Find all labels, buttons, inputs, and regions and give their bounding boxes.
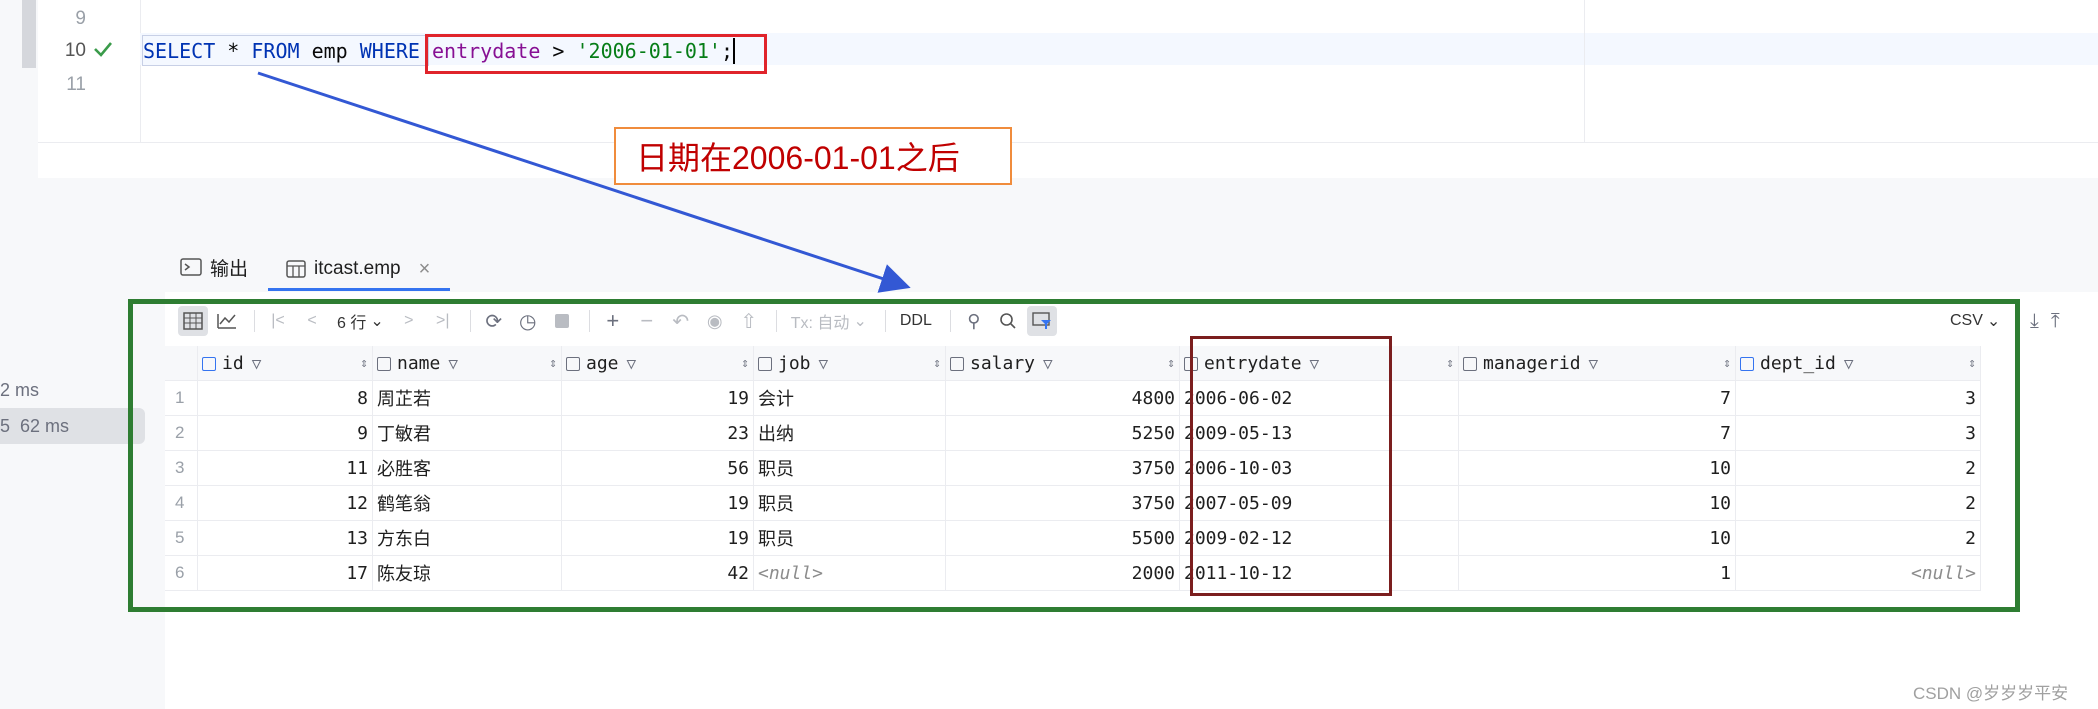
editor-divider [38, 142, 2098, 143]
keyword-where: WHERE [359, 39, 420, 63]
sql-table: emp [299, 39, 360, 63]
result-highlight-frame [128, 299, 2020, 612]
watermark: CSDN @岁岁岁平安 [1913, 684, 2069, 703]
download-icon[interactable]: ⤓ [2030, 310, 2039, 333]
table-icon [286, 260, 306, 278]
line-number-10: 10 [64, 40, 86, 61]
console-icon [180, 258, 202, 276]
annotation-callout: 日期在2006-01-01之后 [614, 127, 1012, 185]
history-time-1: 2 ms [0, 380, 40, 400]
tab-itcast-emp-label: itcast.emp [314, 258, 401, 279]
tab-itcast-emp[interactable]: itcast.emp × [270, 250, 450, 288]
sql-editor[interactable] [0, 0, 2098, 178]
active-tab-indicator [268, 288, 450, 291]
close-icon[interactable]: × [419, 258, 431, 281]
line-number-9: 9 [75, 8, 86, 29]
entrydate-highlight-frame [1190, 336, 1392, 596]
text-caret [733, 38, 735, 64]
history-time-2: 5 62 ms [0, 416, 70, 436]
scroll-marker [22, 0, 36, 68]
tab-output-label: 输出 [210, 258, 249, 280]
right-margin-guide [1584, 0, 1585, 142]
condition-highlight-box [425, 34, 767, 74]
keyword-select: SELECT [143, 39, 216, 63]
keyword-from: FROM [251, 39, 300, 63]
tab-output[interactable]: 输出 [180, 250, 248, 284]
check-icon [94, 42, 112, 57]
line-number-11: 11 [66, 74, 86, 95]
upload-icon[interactable]: ⤒ [2051, 310, 2060, 333]
export-actions: ⤓ ⤒ [2030, 304, 2060, 338]
sql-star: * [215, 39, 252, 63]
